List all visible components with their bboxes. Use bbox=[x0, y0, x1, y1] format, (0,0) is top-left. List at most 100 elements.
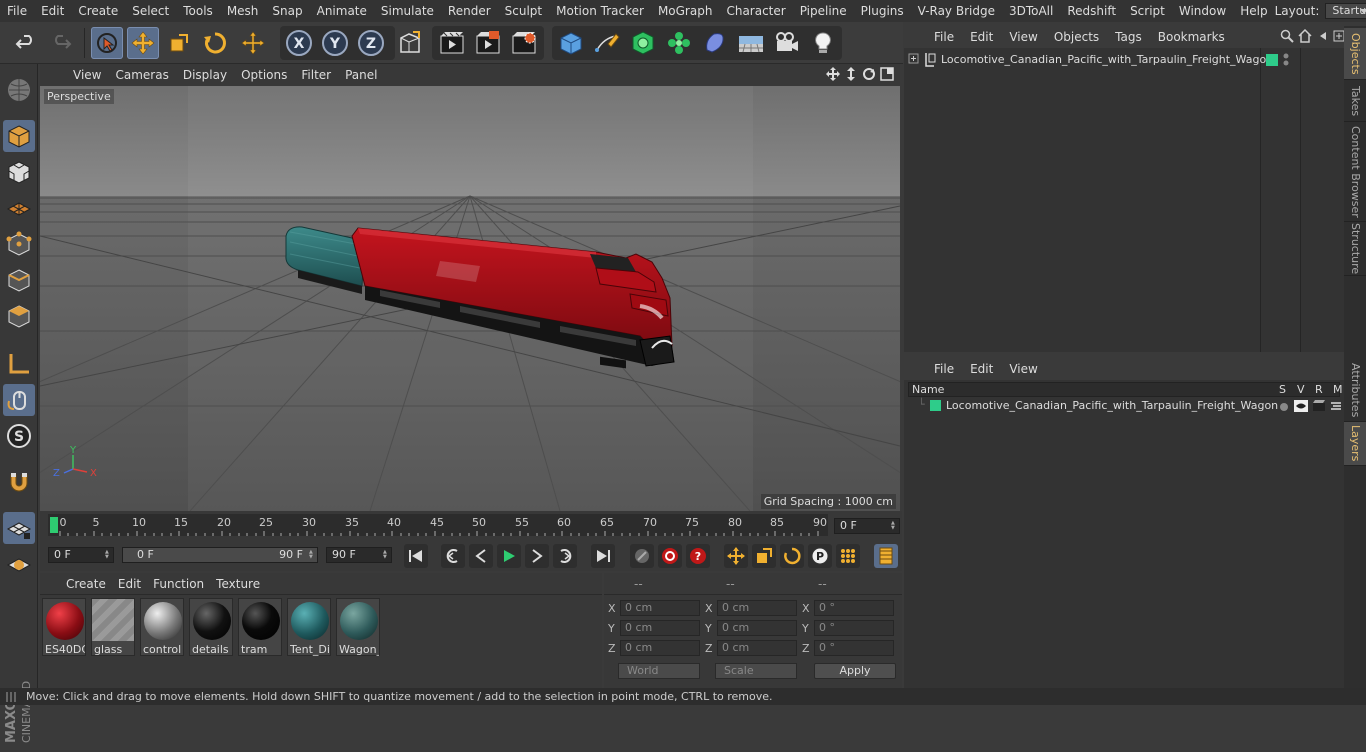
start-frame-field[interactable]: 0 F bbox=[48, 547, 114, 563]
menu-character[interactable]: Character bbox=[719, 0, 792, 22]
object-menu-edit[interactable]: Edit bbox=[962, 30, 1001, 44]
go-to-start-icon[interactable] bbox=[404, 544, 428, 568]
object-menu-tags[interactable]: Tags bbox=[1107, 30, 1150, 44]
layer-color-swatch[interactable] bbox=[930, 400, 941, 411]
pen-spline-icon[interactable] bbox=[591, 27, 623, 59]
subdivision-surface-icon[interactable] bbox=[627, 27, 659, 59]
viewport-camera-label[interactable]: Perspective bbox=[44, 89, 114, 104]
previous-keyframe-icon[interactable] bbox=[441, 544, 465, 568]
column-solo[interactable]: S bbox=[1279, 383, 1286, 396]
menu-create[interactable]: Create bbox=[71, 0, 125, 22]
tab-layers[interactable]: Layers bbox=[1344, 422, 1366, 466]
size-x-field[interactable]: 0 cm bbox=[717, 600, 797, 616]
menu-animate[interactable]: Animate bbox=[310, 0, 374, 22]
record-keys-icon[interactable] bbox=[658, 544, 682, 568]
viewport-menu-filter[interactable]: Filter bbox=[294, 68, 338, 82]
next-keyframe-icon[interactable] bbox=[553, 544, 577, 568]
motion-path-icon[interactable] bbox=[630, 544, 654, 568]
layout-select[interactable]: Startup bbox=[1325, 3, 1366, 19]
rotation-p-field[interactable]: 0 ° bbox=[814, 620, 894, 636]
material-tent-di[interactable]: Tent_Di bbox=[287, 598, 331, 656]
material-tram[interactable]: tram bbox=[238, 598, 282, 656]
material-menu-texture[interactable]: Texture bbox=[210, 577, 266, 591]
menu-select[interactable]: Select bbox=[125, 0, 176, 22]
size-z-field[interactable]: 0 cm bbox=[717, 640, 797, 656]
menu-edit[interactable]: Edit bbox=[34, 0, 71, 22]
autokey-help-icon[interactable]: ? bbox=[686, 544, 710, 568]
next-frame-icon[interactable] bbox=[525, 544, 549, 568]
menu-tools[interactable]: Tools bbox=[176, 0, 220, 22]
rotation-h-field[interactable]: 0 ° bbox=[814, 600, 894, 616]
menu-simulate[interactable]: Simulate bbox=[374, 0, 441, 22]
scale-tool-icon[interactable] bbox=[163, 27, 195, 59]
workplane-lock-icon[interactable] bbox=[3, 512, 35, 544]
tab-objects[interactable]: Objects bbox=[1344, 28, 1366, 80]
key-parameter-icon[interactable]: P bbox=[808, 544, 832, 568]
manager-toggle-icon[interactable] bbox=[1330, 400, 1342, 415]
material-control[interactable]: control bbox=[140, 598, 184, 656]
menu-mesh[interactable]: Mesh bbox=[220, 0, 266, 22]
texture-mode-icon[interactable] bbox=[3, 156, 35, 188]
camera-icon[interactable] bbox=[771, 27, 803, 59]
frame-range-slider[interactable]: 0 F 90 F bbox=[122, 547, 318, 563]
menu-render[interactable]: Render bbox=[441, 0, 498, 22]
menu-plugins[interactable]: Plugins bbox=[854, 0, 911, 22]
material-menu-function[interactable]: Function bbox=[147, 577, 210, 591]
zoom-view-icon[interactable] bbox=[844, 67, 858, 81]
menu-file[interactable]: File bbox=[0, 0, 34, 22]
menu-window[interactable]: Window bbox=[1172, 0, 1233, 22]
column-render[interactable]: R bbox=[1315, 383, 1323, 396]
position-x-field[interactable]: 0 cm bbox=[620, 600, 700, 616]
column-visible[interactable]: V bbox=[1297, 383, 1305, 396]
polygons-mode-icon[interactable] bbox=[3, 300, 35, 332]
tab-attributes[interactable]: Attributes bbox=[1344, 360, 1366, 422]
object-menu-bookmarks[interactable]: Bookmarks bbox=[1150, 30, 1233, 44]
3d-scene-view[interactable]: Y X Z Perspective Grid Spacing : 1000 cm bbox=[40, 86, 900, 511]
current-frame-field[interactable]: 0 F bbox=[834, 518, 900, 534]
eye-visibility-icon[interactable] bbox=[1294, 400, 1308, 415]
workplane-mode-icon[interactable] bbox=[3, 192, 35, 224]
menu-3dtoall[interactable]: 3DToAll bbox=[1002, 0, 1060, 22]
visibility-dots-icon[interactable] bbox=[1282, 52, 1290, 71]
position-y-field[interactable]: 0 cm bbox=[620, 620, 700, 636]
coordinate-system-icon[interactable] bbox=[394, 27, 426, 59]
previous-frame-icon[interactable] bbox=[469, 544, 493, 568]
viewport-menu-view[interactable]: View bbox=[66, 68, 108, 82]
layer-menu-file[interactable]: File bbox=[926, 362, 962, 376]
cloner-icon[interactable] bbox=[663, 27, 695, 59]
viewport-menu-panel[interactable]: Panel bbox=[338, 68, 384, 82]
viewport-menu-options[interactable]: Options bbox=[234, 68, 294, 82]
maximize-view-icon[interactable] bbox=[880, 67, 894, 81]
live-selection-icon[interactable] bbox=[91, 27, 123, 59]
x-axis-lock-icon[interactable]: X bbox=[283, 27, 315, 59]
move-tool-icon[interactable] bbox=[127, 27, 159, 59]
points-mode-icon[interactable] bbox=[3, 228, 35, 260]
floor-environment-icon[interactable] bbox=[735, 27, 767, 59]
menu-motion-tracker[interactable]: Motion Tracker bbox=[549, 0, 651, 22]
timeline-window-icon[interactable] bbox=[874, 544, 898, 568]
render-view-icon[interactable] bbox=[436, 27, 468, 59]
tab-content-browser[interactable]: Content Browser bbox=[1344, 122, 1366, 222]
object-name[interactable]: Locomotive_Canadian_Pacific_with_Tarpaul… bbox=[941, 53, 1273, 66]
coordinate-space-dropdown[interactable]: World bbox=[618, 663, 700, 679]
apply-button[interactable]: Apply bbox=[814, 663, 896, 679]
menu-redshift[interactable]: Redshift bbox=[1060, 0, 1123, 22]
tab-structure[interactable]: Structure bbox=[1344, 222, 1366, 276]
viewport-menu-cameras[interactable]: Cameras bbox=[108, 68, 175, 82]
render-toggle-icon[interactable] bbox=[1312, 400, 1326, 415]
cube-primitive-icon[interactable] bbox=[555, 27, 587, 59]
viewport-menu-display[interactable]: Display bbox=[176, 68, 234, 82]
material-menu-edit[interactable]: Edit bbox=[112, 577, 147, 591]
model-mode-icon[interactable] bbox=[3, 120, 35, 152]
solo-toggle-icon[interactable] bbox=[1279, 401, 1289, 415]
z-axis-lock-icon[interactable]: Z bbox=[355, 27, 387, 59]
material-details[interactable]: details bbox=[189, 598, 233, 656]
material-glass[interactable]: glass bbox=[91, 598, 135, 656]
key-pla-icon[interactable] bbox=[836, 544, 860, 568]
workplane-axis-icon[interactable] bbox=[3, 548, 35, 580]
transform-tool-icon[interactable] bbox=[237, 27, 269, 59]
expand-toggle-icon[interactable] bbox=[908, 53, 920, 68]
tweak-mode-icon[interactable] bbox=[3, 384, 35, 416]
material-wagon[interactable]: Wagon_ bbox=[336, 598, 380, 656]
edges-mode-icon[interactable] bbox=[3, 264, 35, 296]
